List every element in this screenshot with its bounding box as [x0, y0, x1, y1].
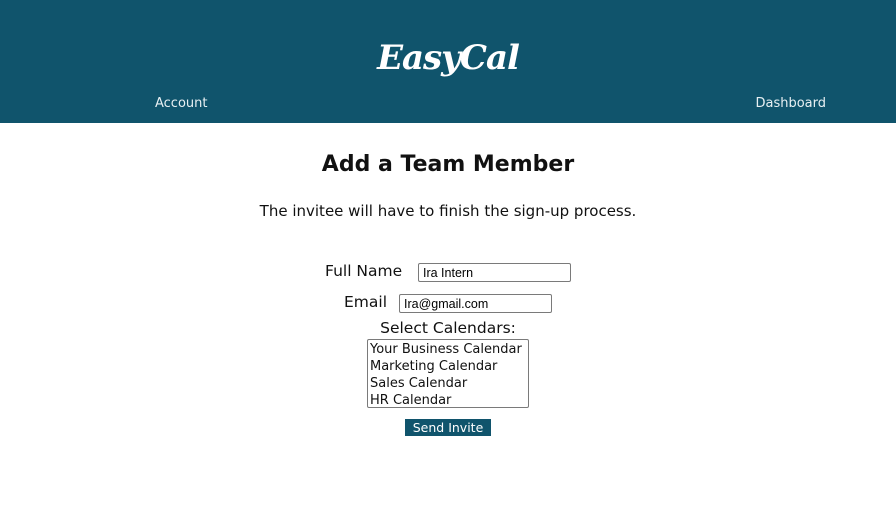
calendar-option[interactable]: Marketing Calendar	[368, 358, 528, 375]
page-subtitle: The invitee will have to finish the sign…	[259, 202, 637, 220]
app-logo[interactable]: EasyCal	[0, 38, 896, 78]
calendar-option[interactable]: HR Calendar	[368, 392, 528, 407]
page-title: Add a Team Member	[321, 152, 575, 177]
email-input[interactable]	[399, 294, 552, 313]
full-name-label: Full Name	[325, 262, 403, 280]
nav-account-link[interactable]: Account	[155, 96, 208, 111]
email-label: Email	[344, 293, 388, 311]
select-calendars-label: Select Calendars:	[380, 319, 516, 337]
calendar-option[interactable]: Sales Calendar	[368, 375, 528, 392]
calendar-option[interactable]: Your Business Calendar	[368, 341, 528, 358]
calendars-listbox[interactable]: Your Business Calendar Marketing Calenda…	[367, 339, 529, 408]
nav-dashboard-link[interactable]: Dashboard	[755, 96, 826, 111]
full-name-input[interactable]	[418, 263, 571, 282]
app-header: EasyCal Account Dashboard	[0, 0, 896, 123]
send-invite-button[interactable]: Send Invite	[405, 419, 491, 436]
